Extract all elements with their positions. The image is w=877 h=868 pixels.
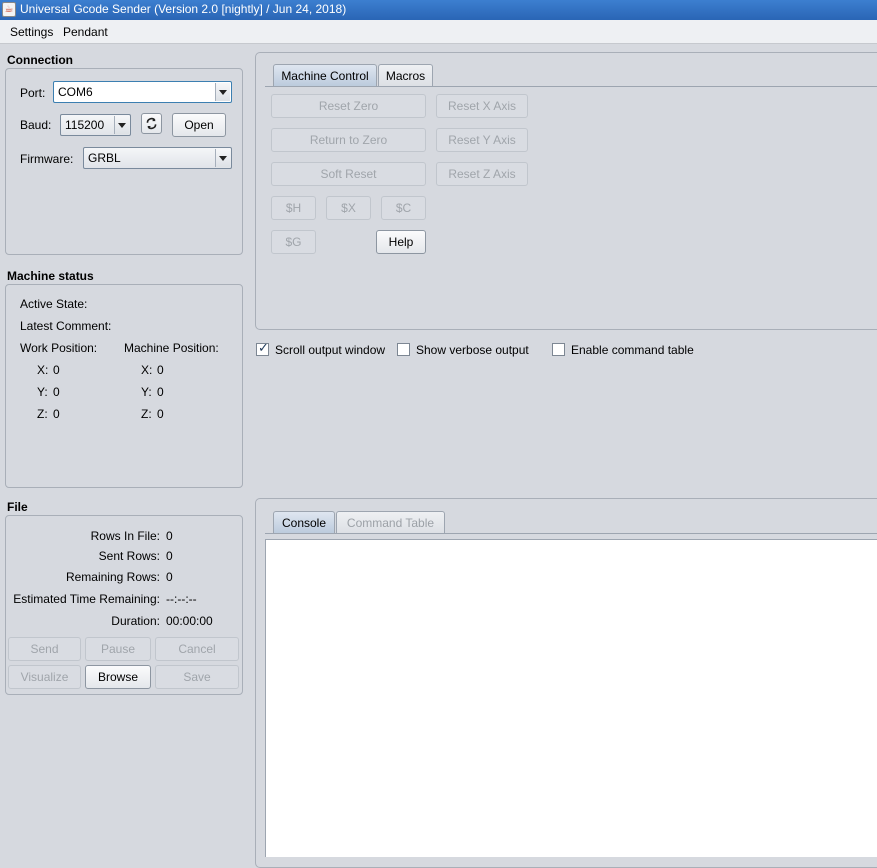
refresh-ports-button[interactable] <box>141 113 162 134</box>
chevron-down-icon[interactable] <box>215 83 230 101</box>
work-y-label: Y: <box>37 385 48 399</box>
console-tab-strip-line <box>265 533 877 534</box>
return-to-zero-button[interactable]: Return to Zero <box>271 128 426 152</box>
duration-label: Duration: <box>111 614 160 628</box>
work-x-value: 0 <box>53 363 60 377</box>
machine-z-label: Z: <box>141 407 152 421</box>
duration-value: 00:00:00 <box>166 614 213 628</box>
unlock-button[interactable]: $X <box>326 196 371 220</box>
work-z-label: Z: <box>37 407 48 421</box>
remaining-rows-label: Remaining Rows: <box>65 570 160 584</box>
window-title: Universal Gcode Sender (Version 2.0 [nig… <box>20 2 347 16</box>
tab-macros[interactable]: Macros <box>378 64 433 86</box>
verbose-output-checkbox[interactable] <box>397 343 410 356</box>
sent-rows-value: 0 <box>166 549 173 563</box>
open-button[interactable]: Open <box>172 113 226 137</box>
check-mode-button[interactable]: $C <box>381 196 426 220</box>
work-x-label: X: <box>37 363 49 377</box>
help-button[interactable]: Help <box>376 230 426 254</box>
connection-title: Connection <box>7 53 73 67</box>
console-output[interactable] <box>265 539 877 857</box>
port-label: Port: <box>20 86 46 100</box>
baud-combo[interactable]: 115200 <box>60 114 131 136</box>
gcode-state-button[interactable]: $G <box>271 230 316 254</box>
chevron-down-icon[interactable] <box>114 116 129 134</box>
menu-pendant[interactable]: Pendant <box>63 25 108 39</box>
latest-comment-label: Latest Comment: <box>20 319 112 333</box>
menu-bar: Settings Pendant <box>0 20 877 44</box>
estimated-time-value: --:--:-- <box>166 592 197 606</box>
tab-machine-control[interactable]: Machine Control <box>273 64 377 86</box>
scroll-output-label: Scroll output window <box>275 343 386 357</box>
command-table-checkbox[interactable] <box>552 343 565 356</box>
machine-x-value: 0 <box>157 363 164 377</box>
send-button[interactable]: Send <box>8 637 81 661</box>
menu-settings[interactable]: Settings <box>10 25 53 39</box>
port-value: COM6 <box>58 85 93 99</box>
reset-zero-button[interactable]: Reset Zero <box>271 94 426 118</box>
baud-value: 115200 <box>65 118 105 132</box>
work-z-value: 0 <box>53 407 60 421</box>
cancel-button[interactable]: Cancel <box>155 637 239 661</box>
port-combo[interactable]: COM6 <box>53 81 232 103</box>
work-position-label: Work Position: <box>20 341 98 355</box>
reset-z-axis-button[interactable]: Reset Z Axis <box>436 162 528 186</box>
firmware-value: GRBL <box>88 151 121 165</box>
firmware-combo[interactable]: GRBL <box>83 147 232 169</box>
soft-reset-button[interactable]: Soft Reset <box>271 162 426 186</box>
title-bar: ☕ Universal Gcode Sender (Version 2.0 [n… <box>0 0 877 20</box>
chevron-down-icon[interactable] <box>215 149 230 167</box>
scroll-output-checkbox[interactable] <box>256 341 269 356</box>
rows-in-file-value: 0 <box>166 529 173 543</box>
tab-console[interactable]: Console <box>273 511 335 533</box>
java-app-icon: ☕ <box>2 2 16 17</box>
machine-position-label: Machine Position: <box>124 341 219 355</box>
pause-button[interactable]: Pause <box>85 637 151 661</box>
active-state-label: Active State: <box>20 297 88 311</box>
machine-y-label: Y: <box>141 385 152 399</box>
tab-strip-line <box>265 86 877 87</box>
rows-in-file-label: Rows In File: <box>90 529 160 543</box>
sent-rows-label: Sent Rows: <box>98 549 160 563</box>
remaining-rows-value: 0 <box>166 570 173 584</box>
command-table-label: Enable command table <box>571 343 694 357</box>
reset-y-axis-button[interactable]: Reset Y Axis <box>436 128 528 152</box>
verbose-output-label: Show verbose output <box>416 343 529 357</box>
machine-status-title: Machine status <box>7 269 94 283</box>
save-button[interactable]: Save <box>155 665 239 689</box>
machine-y-value: 0 <box>157 385 164 399</box>
work-y-value: 0 <box>53 385 60 399</box>
file-title: File <box>7 500 28 514</box>
home-button[interactable]: $H <box>271 196 316 220</box>
estimated-time-label: Estimated Time Remaining: <box>13 592 160 606</box>
tab-command-table[interactable]: Command Table <box>336 511 445 533</box>
machine-z-value: 0 <box>157 407 164 421</box>
baud-label: Baud: <box>20 118 52 132</box>
reset-x-axis-button[interactable]: Reset X Axis <box>436 94 528 118</box>
browse-button[interactable]: Browse <box>85 665 151 689</box>
firmware-label: Firmware: <box>20 152 74 166</box>
refresh-icon <box>146 117 157 130</box>
visualize-button[interactable]: Visualize <box>8 665 81 689</box>
machine-x-label: X: <box>141 363 153 377</box>
